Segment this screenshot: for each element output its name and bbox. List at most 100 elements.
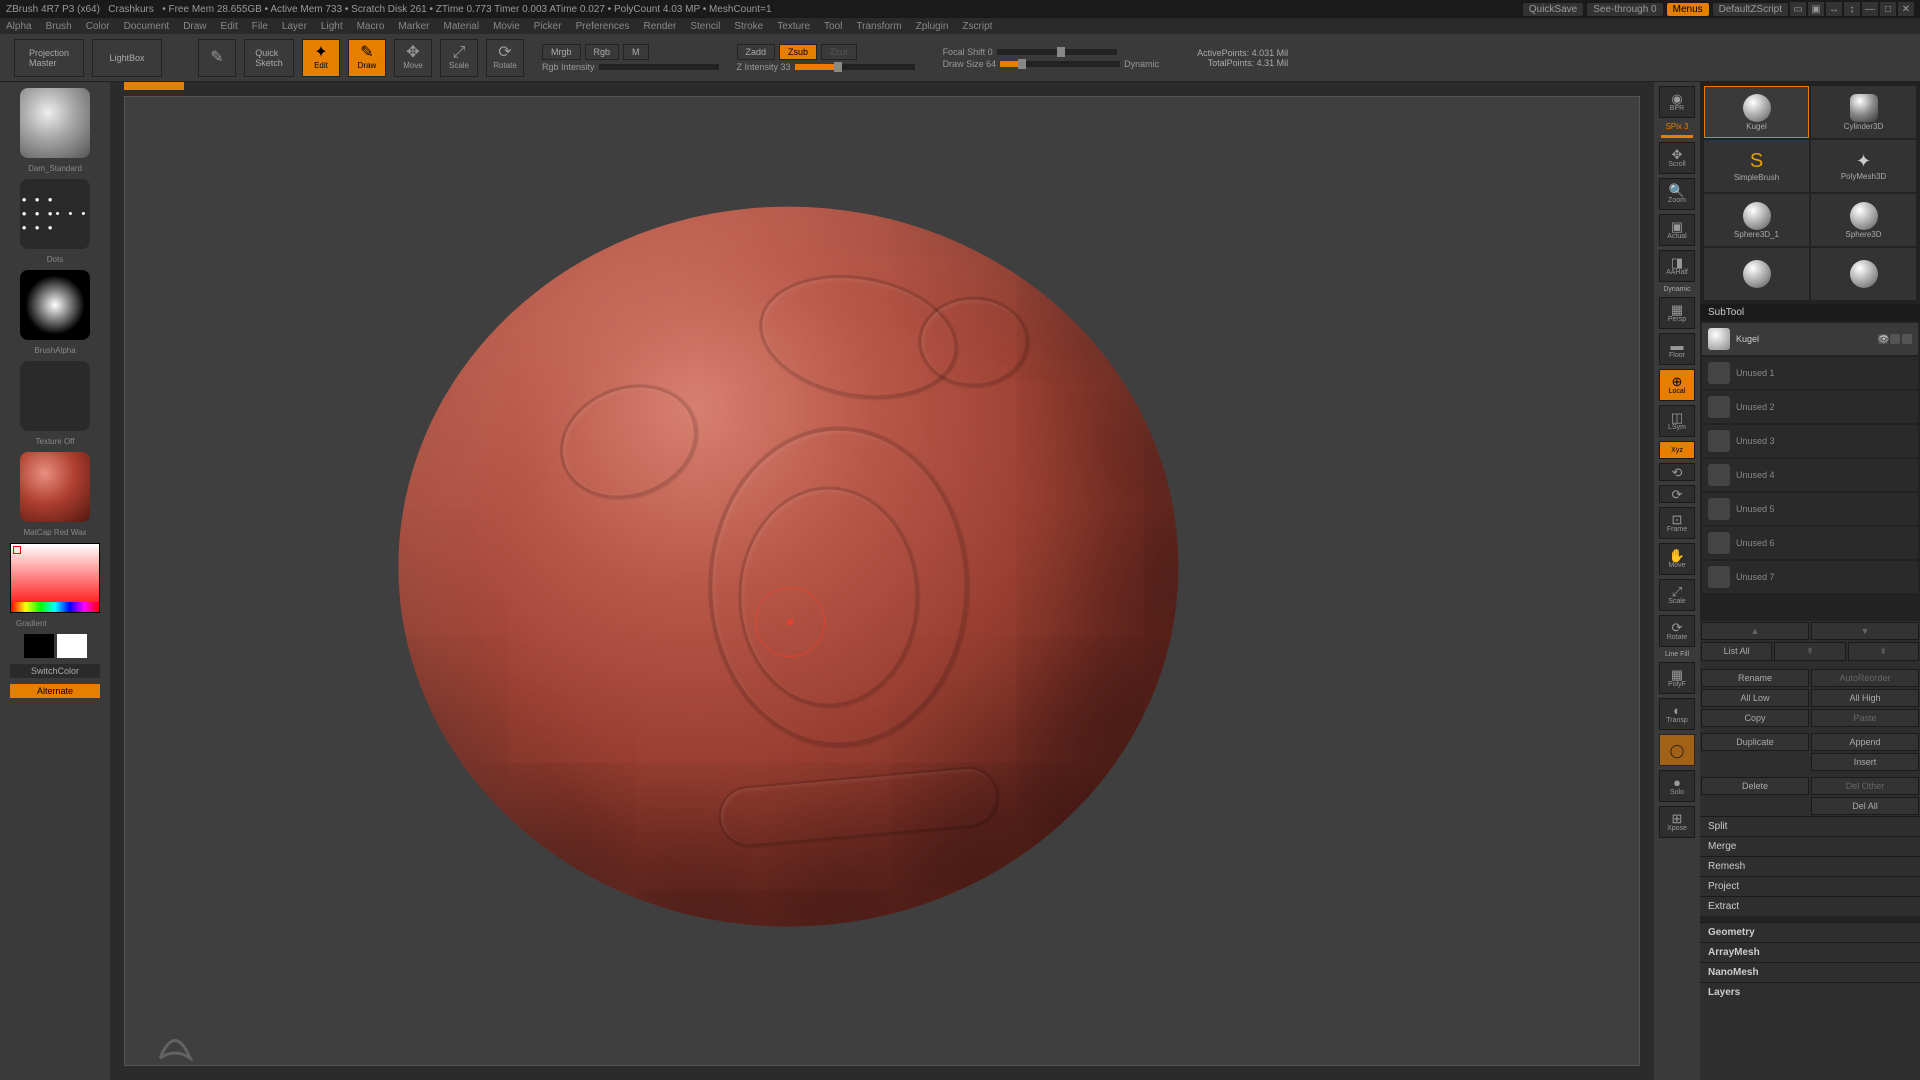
tool-polymesh3d[interactable]: ✦PolyMesh3D: [1811, 140, 1916, 192]
xpose-button[interactable]: ⊞Xpose: [1659, 806, 1695, 838]
merge-header[interactable]: Merge: [1700, 836, 1920, 856]
rgb-intensity-slider[interactable]: [599, 64, 719, 70]
split-header[interactable]: Split: [1700, 816, 1920, 836]
tool-kugel[interactable]: Kugel: [1704, 86, 1809, 138]
list-all-button[interactable]: List All: [1701, 642, 1772, 661]
tool-sphere3d[interactable]: Sphere3D: [1811, 194, 1916, 246]
solo-button[interactable]: ●Solo: [1659, 770, 1695, 802]
stroke-thumbnail[interactable]: • • •: [20, 179, 90, 249]
menu-stroke[interactable]: Stroke: [734, 21, 763, 32]
rot-y-button[interactable]: ⟲: [1659, 463, 1695, 481]
arraymesh-header[interactable]: ArrayMesh: [1700, 942, 1920, 962]
append-button[interactable]: Append: [1811, 733, 1919, 751]
autoreorder-button[interactable]: AutoReorder: [1811, 669, 1919, 687]
brush-vis-icon[interactable]: [1890, 334, 1900, 344]
draw-button[interactable]: ✎Draw: [348, 39, 386, 77]
menu-edit[interactable]: Edit: [221, 21, 238, 32]
del-all-button[interactable]: Del All: [1811, 797, 1919, 815]
menu-tool[interactable]: Tool: [824, 21, 842, 32]
quicksketch-label[interactable]: Quick Sketch: [244, 39, 294, 77]
window-minimize[interactable]: —: [1862, 2, 1878, 16]
menu-alpha[interactable]: Alpha: [6, 21, 32, 32]
texture-thumbnail[interactable]: [20, 361, 90, 431]
window-icon-4[interactable]: ↕: [1844, 2, 1860, 16]
arrow-up-icon[interactable]: ▲: [1701, 622, 1809, 640]
scale-button[interactable]: ⤢Scale: [440, 39, 478, 77]
tool-empty-1[interactable]: [1704, 248, 1809, 300]
tool-sphere3d-1[interactable]: Sphere3D_1: [1704, 194, 1809, 246]
rotate-button[interactable]: ⟳Rotate: [486, 39, 524, 77]
persp-button[interactable]: ▦Persp: [1659, 297, 1695, 329]
alpha-thumbnail[interactable]: [20, 270, 90, 340]
default-zscript[interactable]: DefaultZScript: [1713, 3, 1788, 16]
menu-stencil[interactable]: Stencil: [690, 21, 720, 32]
sculpt-mesh[interactable]: [398, 207, 1178, 927]
menu-color[interactable]: Color: [86, 21, 110, 32]
xyz-button[interactable]: Xyz: [1659, 441, 1695, 459]
rot-z-button[interactable]: ⟳: [1659, 485, 1695, 503]
brush-thumbnail[interactable]: [20, 88, 90, 158]
scale-nav-button[interactable]: ⤢Scale: [1659, 579, 1695, 611]
frame-button[interactable]: ⊡Frame: [1659, 507, 1695, 539]
copy-button[interactable]: Copy: [1701, 709, 1809, 727]
quicksketch-button[interactable]: ✎: [198, 39, 236, 77]
rotate-nav-button[interactable]: ⟳Rotate: [1659, 615, 1695, 647]
ghost-button[interactable]: ◯: [1659, 734, 1695, 766]
move-down-icon[interactable]: ⇟: [1848, 642, 1919, 661]
mrgb-mode[interactable]: Mrgb: [542, 44, 581, 60]
paste-button[interactable]: Paste: [1811, 709, 1919, 727]
menu-brush[interactable]: Brush: [46, 21, 72, 32]
aahalf-button[interactable]: ◨AAHalf: [1659, 250, 1695, 282]
paint-vis-icon[interactable]: [1902, 334, 1912, 344]
menu-render[interactable]: Render: [644, 21, 677, 32]
menu-picker[interactable]: Picker: [534, 21, 562, 32]
seethrough-slider[interactable]: See-through 0: [1587, 3, 1662, 16]
menu-draw[interactable]: Draw: [183, 21, 206, 32]
move-button[interactable]: ✥Move: [394, 39, 432, 77]
arrow-down-icon[interactable]: ▼: [1811, 622, 1919, 640]
menu-document[interactable]: Document: [124, 21, 170, 32]
z-intensity-slider[interactable]: [795, 64, 915, 70]
transp-button[interactable]: ◐Transp: [1659, 698, 1695, 730]
window-icon-3[interactable]: ↔: [1826, 2, 1842, 16]
rename-button[interactable]: Rename: [1701, 669, 1809, 687]
insert-button[interactable]: Insert: [1811, 753, 1919, 771]
extract-header[interactable]: Extract: [1700, 896, 1920, 916]
polyf-button[interactable]: ▦PolyF: [1659, 662, 1695, 694]
menu-zscript[interactable]: Zscript: [962, 21, 992, 32]
menu-marker[interactable]: Marker: [398, 21, 429, 32]
move-up-icon[interactable]: ⇞: [1774, 642, 1845, 661]
edit-button[interactable]: ✦Edit: [302, 39, 340, 77]
zoom-button[interactable]: 🔍Zoom: [1659, 178, 1695, 210]
subtool-slot[interactable]: Unused 3: [1702, 425, 1918, 457]
spix-label[interactable]: SPix 3: [1665, 122, 1688, 131]
quicksave-button[interactable]: QuickSave: [1523, 3, 1583, 16]
doc-tab-indicator[interactable]: [124, 82, 184, 90]
alternate-button[interactable]: Alternate: [10, 684, 100, 698]
actual-button[interactable]: ▣Actual: [1659, 214, 1695, 246]
secondary-color-swatch[interactable]: [24, 634, 54, 658]
lsym-button[interactable]: ◫LSym: [1659, 405, 1695, 437]
menu-file[interactable]: File: [252, 21, 268, 32]
menu-movie[interactable]: Movie: [493, 21, 520, 32]
menu-zplugin[interactable]: Zplugin: [916, 21, 949, 32]
zcut-mode[interactable]: Zcut: [821, 44, 857, 60]
zadd-mode[interactable]: Zadd: [737, 44, 776, 60]
duplicate-button[interactable]: Duplicate: [1701, 733, 1809, 751]
focal-shift-slider[interactable]: [997, 49, 1117, 55]
color-picker[interactable]: [10, 543, 100, 613]
menu-macro[interactable]: Macro: [357, 21, 385, 32]
scroll-button[interactable]: ✥Scroll: [1659, 142, 1695, 174]
local-button[interactable]: ⊕Local: [1659, 369, 1695, 401]
subtool-slot[interactable]: Unused 2: [1702, 391, 1918, 423]
primary-color-swatch[interactable]: [57, 634, 87, 658]
switchcolor-button[interactable]: SwitchColor: [10, 664, 100, 678]
menu-preferences[interactable]: Preferences: [576, 21, 630, 32]
bpr-button[interactable]: ◉BPR: [1659, 86, 1695, 118]
menu-layer[interactable]: Layer: [282, 21, 307, 32]
all-low-button[interactable]: All Low: [1701, 689, 1809, 707]
subtool-header[interactable]: SubTool: [1700, 304, 1920, 321]
menu-material[interactable]: Material: [444, 21, 480, 32]
draw-size-slider[interactable]: [1000, 61, 1120, 67]
menus-toggle[interactable]: Menus: [1667, 3, 1709, 16]
